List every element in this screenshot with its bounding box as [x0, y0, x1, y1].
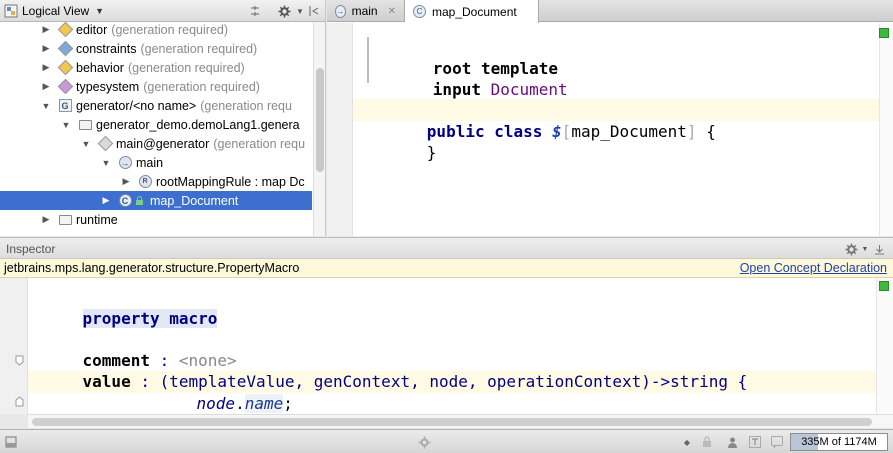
- background-tasks-icon[interactable]: [416, 434, 432, 450]
- tree-scrollbar[interactable]: [313, 22, 325, 236]
- editor-pane: → main ✕ C map_Document root template in…: [327, 0, 893, 236]
- project-tool-window: Logical View ▼ ▼ ▶ editor (generation re…: [0, 0, 326, 236]
- close-icon[interactable]: ✕: [388, 6, 396, 17]
- view-selector-label: Logical View: [22, 4, 90, 18]
- open-concept-declaration-link[interactable]: Open Concept Declaration: [740, 261, 887, 275]
- project-header: Logical View ▼ ▼: [0, 0, 325, 22]
- inspector-person-icon[interactable]: [724, 434, 740, 450]
- tree-node-main[interactable]: ▼ → main: [0, 153, 312, 172]
- mapping-config-icon: →: [118, 156, 132, 169]
- tree-node-typesystem[interactable]: ▶ typesystem (generation required): [0, 77, 312, 96]
- editor-gutter: [327, 23, 353, 236]
- tree-scrollbar-thumb[interactable]: [316, 68, 324, 172]
- tree-node-generator-package[interactable]: ▼ generator_demo.demoLang1.genera: [0, 115, 312, 134]
- expand-arrow-icon[interactable]: ▶: [40, 62, 52, 73]
- tree-node-constraints[interactable]: ▶ constraints (generation required): [0, 39, 312, 58]
- module-diamond-icon: [57, 22, 73, 38]
- expand-arrow-icon[interactable]: ▶: [40, 81, 52, 92]
- class-icon: C: [413, 5, 426, 18]
- horizontal-scrollbar-thumb[interactable]: [32, 418, 872, 426]
- expand-arrow-icon[interactable]: ▶: [40, 24, 52, 35]
- inspector-header: Inspector ▼: [0, 237, 893, 259]
- minimize-panel-icon[interactable]: [871, 241, 887, 257]
- tree-node-map-document[interactable]: ▶ C map_Document: [0, 191, 312, 210]
- encoding-indicator-icon[interactable]: ◆: [680, 434, 694, 450]
- fold-close-icon[interactable]: [15, 396, 24, 407]
- inspector-code-area[interactable]: property macro comment : <none> value : …: [28, 278, 876, 414]
- text-mode-icon[interactable]: [748, 434, 762, 450]
- code-line-root-template[interactable]: root template: [375, 37, 558, 78]
- no-errors-marker-icon: [879, 28, 889, 38]
- code-line-input[interactable]: input Document: [375, 58, 568, 99]
- tree-node-generator[interactable]: ▼ G generator/<no name> (generation requ: [0, 96, 312, 115]
- close-brace-line[interactable]: }: [134, 393, 182, 414]
- lock-icon: [134, 194, 144, 208]
- chevron-down-icon: ▼: [95, 6, 105, 16]
- editor-code-area[interactable]: root template input Document public clas…: [353, 23, 879, 236]
- folder-icon: [78, 118, 92, 132]
- inspector-marker-stripe[interactable]: [876, 278, 893, 414]
- concept-bar: jetbrains.mps.lang.generator.structure.P…: [0, 259, 893, 278]
- no-errors-marker-icon: [879, 281, 889, 291]
- project-tree: ▶ editor (generation required) ▶ constra…: [0, 22, 312, 236]
- model-diamond-icon: [97, 135, 113, 152]
- inspector-gutter: [0, 278, 28, 414]
- module-diamond-icon: [57, 59, 73, 76]
- property-macro-marker[interactable]: $: [552, 122, 562, 141]
- editor-marker-stripe[interactable]: [879, 23, 893, 236]
- tree-node-editor[interactable]: ▶ editor (generation required): [0, 22, 312, 39]
- memory-indicator[interactable]: 335M of 1174M: [790, 433, 888, 451]
- folder-icon: [58, 213, 72, 227]
- collapse-arrow-icon[interactable]: ▼: [100, 158, 112, 168]
- class-icon: C: [118, 194, 132, 208]
- module-diamond-icon: [57, 40, 73, 57]
- expand-arrow-icon[interactable]: ▶: [40, 43, 52, 54]
- collapse-arrow-icon[interactable]: ▼: [80, 139, 92, 149]
- inspector-heading: property macro: [82, 309, 218, 328]
- concept-fqn: jetbrains.mps.lang.generator.structure.P…: [4, 261, 300, 275]
- tab-map-document[interactable]: C map_Document: [405, 0, 539, 23]
- body-line[interactable]: node.name;: [158, 372, 293, 413]
- status-bar: ◆ 335M of 1174M: [0, 429, 893, 453]
- fold-open-icon[interactable]: [15, 355, 24, 366]
- tree-node-behavior[interactable]: ▶ behavior (generation required): [0, 58, 312, 77]
- toggle-tool-windows-icon[interactable]: [4, 434, 18, 450]
- event-log-icon[interactable]: [770, 434, 784, 450]
- tree-node-runtime[interactable]: ▶ runtime: [0, 210, 312, 229]
- expand-arrow-icon[interactable]: ▶: [120, 176, 132, 187]
- comment-line[interactable]: comment : <none>: [44, 329, 237, 370]
- lock-icon[interactable]: [700, 434, 714, 450]
- tree-node-root-mapping-rule[interactable]: ▶ R rootMappingRule : map Dc: [0, 172, 312, 191]
- module-diamond-icon: [57, 78, 73, 95]
- class-name[interactable]: map_Document: [571, 122, 687, 141]
- view-selector[interactable]: Logical View ▼: [4, 3, 104, 19]
- gear-icon[interactable]: [276, 3, 292, 19]
- collapse-arrow-icon[interactable]: ▼: [40, 101, 52, 111]
- generator-icon: G: [58, 99, 72, 113]
- collapse-all-icon[interactable]: [247, 3, 263, 19]
- expand-arrow-icon[interactable]: ▶: [40, 214, 52, 225]
- tree-node-main-generator[interactable]: ▼ main@generator (generation requ: [0, 134, 312, 153]
- editor-tab-bar: → main ✕ C map_Document: [327, 0, 893, 23]
- inspector-horizontal-scrollbar[interactable]: [28, 414, 893, 428]
- code-line-class-decl[interactable]: public class $[map_Document] {: [369, 100, 716, 141]
- value-line[interactable]: value : (templateValue, genContext, node…: [44, 350, 748, 391]
- collapse-arrow-icon[interactable]: ▼: [60, 120, 72, 130]
- expand-arrow-icon[interactable]: ▶: [100, 195, 112, 206]
- mapping-config-icon: →: [335, 4, 346, 18]
- code-line-close-brace[interactable]: }: [369, 121, 437, 162]
- logical-view-icon: [4, 4, 18, 18]
- rule-icon: R: [138, 175, 152, 189]
- tab-main[interactable]: → main ✕: [327, 0, 405, 22]
- inspector-title: Inspector: [6, 242, 56, 256]
- hide-panel-icon[interactable]: [306, 3, 322, 19]
